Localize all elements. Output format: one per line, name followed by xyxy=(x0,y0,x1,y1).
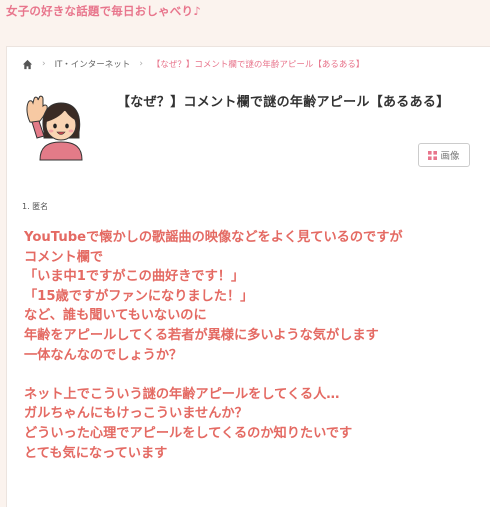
comment-line: など、誰も聞いてもいないのに xyxy=(24,308,207,324)
comment-line: 「15歳ですがファンになりました！」 xyxy=(24,288,254,304)
site-tagline[interactable]: 女子の好きな話題で毎日おしゃべり♪ xyxy=(6,3,201,19)
comment-line: YouTubeで懐かしの歌謡曲の映像などをよく見ているのですが xyxy=(24,230,403,245)
comment-line: 年齢をアピールしてくる若者が異様に多いような気がします xyxy=(24,327,379,343)
comment-body: YouTubeで懐かしの歌謡曲の映像などをよく見ているのですが コメント欄で 「… xyxy=(24,228,403,463)
comment-line: ガルちゃんにもけっこういませんか？ xyxy=(24,406,248,422)
comment-line: 一体なんなのでしょうか？ xyxy=(24,347,183,363)
user-avatar xyxy=(26,95,83,161)
home-icon[interactable] xyxy=(22,59,33,70)
breadcrumb-separator: › xyxy=(139,59,143,69)
breadcrumb-separator: › xyxy=(42,59,46,69)
topic-title: 【なぜ？】コメント欄で謎の年齢アピール【あるある】 xyxy=(117,95,450,110)
image-button-label: 画像 xyxy=(440,151,460,162)
comment-line: どういった心理でアピールをしてくるのか知りたいです xyxy=(24,425,353,441)
breadcrumb-item-category[interactable]: IT・インターネット xyxy=(55,58,131,70)
comment-line: ネット上でこういう謎の年齢アピールをしてくる人… xyxy=(24,386,340,402)
image-button[interactable]: 画像 xyxy=(418,143,470,167)
comment-line: コメント欄で xyxy=(24,249,104,265)
comment-number[interactable]: 1. 匿名 xyxy=(22,201,48,212)
comment-blank-line xyxy=(24,365,403,385)
comment-line: 「いま中1ですがこの曲好きです！」 xyxy=(24,269,245,285)
grid-icon xyxy=(428,150,438,160)
comment-line: とても気になっています xyxy=(24,445,168,461)
breadcrumb: › IT・インターネット › 【なぜ？】コメント欄で謎の年齢アピール【あるある】 xyxy=(22,57,364,71)
breadcrumb-current: 【なぜ？】コメント欄で謎の年齢アピール【あるある】 xyxy=(151,60,365,70)
